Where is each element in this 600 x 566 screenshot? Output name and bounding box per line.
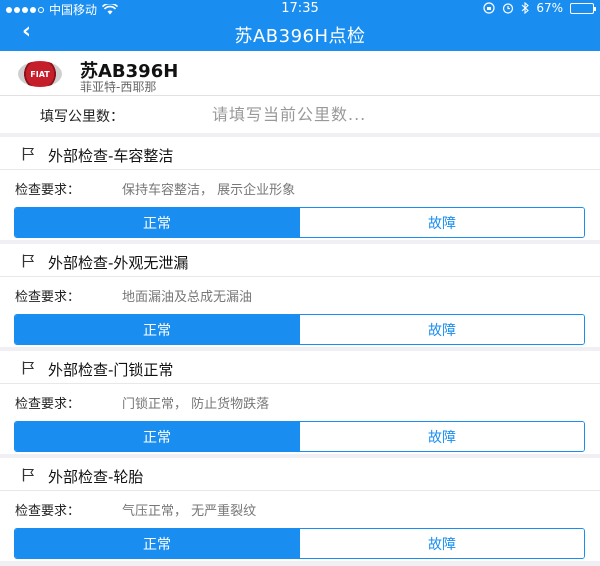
requirement-text: 地面漏油及总成无漏油: [122, 290, 253, 305]
requirement-label: 检查要求：: [15, 183, 81, 198]
fault-button[interactable]: 故障: [299, 315, 584, 344]
requirement-label: 检查要求：: [15, 504, 81, 519]
fault-button[interactable]: 故障: [299, 529, 584, 558]
normal-button[interactable]: 正常: [15, 208, 299, 237]
mileage-label: 填写公里数：: [40, 109, 124, 125]
battery-icon: [570, 2, 596, 14]
flag-icon: [22, 361, 35, 375]
status-toggle: 正常 故障: [14, 421, 585, 452]
normal-button[interactable]: 正常: [15, 529, 299, 558]
vehicle-info: FIAT 苏AB396H 菲亚特-西耶那: [0, 51, 600, 96]
flag-icon: [22, 147, 35, 161]
status-toggle: 正常 故障: [14, 314, 585, 345]
flag-icon: [22, 254, 35, 268]
check-card: 外部检查-门锁正常 检查要求： 门锁正常， 防止货物跌落 正常 故障: [0, 351, 600, 454]
normal-button[interactable]: 正常: [15, 422, 299, 451]
alarm-icon: [503, 3, 514, 14]
requirement-text: 气压正常， 无严重裂纹: [122, 504, 257, 519]
vehicle-model: 菲亚特-西耶那: [80, 80, 157, 94]
bluetooth-icon: [521, 2, 530, 14]
check-item-name: 外部检查-外观无泄漏: [48, 254, 189, 272]
lock-rotation-icon: [483, 2, 495, 14]
check-card: 外部检查-车容整洁 检查要求： 保持车容整洁， 展示企业形象 正常 故障: [0, 137, 600, 240]
status-bar: 中国移动 17:35 67%: [0, 0, 600, 17]
check-item-name: 外部检查-门锁正常: [48, 361, 174, 379]
logo-text: FIAT: [30, 69, 50, 79]
requirement-text: 保持车容整洁， 展示企业形象: [122, 183, 296, 198]
page-title: 苏AB396H点检: [234, 26, 366, 47]
normal-button[interactable]: 正常: [15, 315, 299, 344]
requirement-label: 检查要求：: [15, 397, 81, 412]
flag-icon: [22, 468, 35, 482]
status-toggle: 正常 故障: [14, 528, 585, 559]
fault-button[interactable]: 故障: [299, 208, 584, 237]
status-toggle: 正常 故障: [14, 207, 585, 238]
fiat-logo-icon: FIAT: [18, 61, 62, 87]
check-item-name: 外部检查-车容整洁: [48, 147, 174, 165]
requirement-text: 门锁正常， 防止货物跌落: [122, 397, 270, 412]
check-card: 外部检查-轮胎 检查要求： 气压正常， 无严重裂纹 正常 故障: [0, 458, 600, 561]
check-card: 外部检查-外观无泄漏 检查要求： 地面漏油及总成无漏油 正常 故障: [0, 244, 600, 347]
top-bar: 中国移动 17:35 67% ‹ 苏AB396H点检: [0, 0, 600, 51]
battery-percent: 67%: [536, 1, 563, 15]
mileage-input[interactable]: [212, 102, 572, 126]
fault-button[interactable]: 故障: [299, 422, 584, 451]
nav-bar: ‹ 苏AB396H点检: [0, 16, 600, 51]
check-item-name: 外部检查-轮胎: [48, 468, 144, 486]
requirement-label: 检查要求：: [15, 290, 81, 305]
mileage-row: 填写公里数：: [0, 96, 600, 133]
